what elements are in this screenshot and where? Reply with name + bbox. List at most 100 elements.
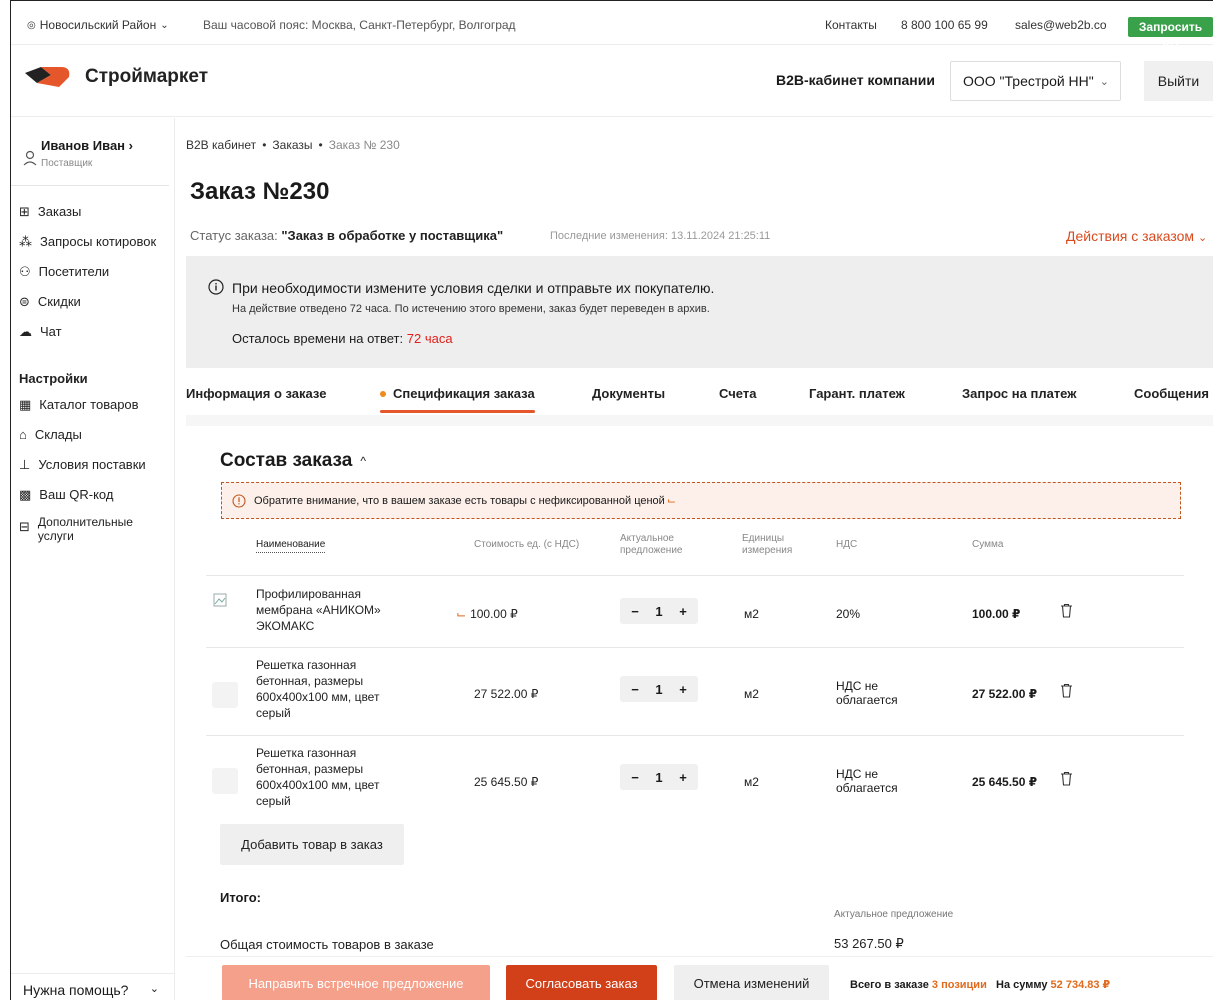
product-name[interactable]: Решетка газонная бетонная, размеры 600x4… — [256, 657, 406, 721]
row-divider — [206, 575, 1184, 576]
unit-value: м2 — [744, 607, 759, 621]
price-trend-icon: ⌙ — [666, 495, 677, 507]
sidebar-item-label: Каталог товаров — [39, 397, 139, 412]
quantity-value[interactable]: 1 — [650, 604, 668, 619]
trash-icon[interactable] — [1060, 683, 1073, 698]
chevron-down-icon: ⌄ — [1099, 75, 1109, 88]
price-trend-icon: ⌙ — [456, 607, 467, 621]
logout-button[interactable]: Выйти — [1144, 61, 1213, 101]
counter-offer-button[interactable]: Направить встречное предложение — [222, 965, 490, 1000]
order-actions-dropdown[interactable]: Действия с заказом ⌄ — [1066, 228, 1207, 244]
breadcrumb-item[interactable]: Заказы — [272, 138, 312, 152]
order-status: Статус заказа: "Заказ в обработке у пост… — [190, 228, 503, 243]
breadcrumb-item[interactable]: B2B кабинет — [186, 138, 256, 152]
sidebar-item-discounts[interactable]: ⊜ Скидки — [19, 294, 81, 310]
decrement-button[interactable]: − — [626, 604, 644, 619]
cancel-changes-button[interactable]: Отмена изменений — [674, 965, 829, 1000]
logo-text: Строймаркет — [85, 66, 209, 87]
time-left-value: 72 часа — [406, 331, 453, 346]
sidebar-item-label: Посетители — [38, 264, 110, 279]
tab-specification[interactable]: Спецификация заказа — [380, 386, 535, 413]
warehouse-icon: ⌂ — [19, 427, 27, 442]
product-name[interactable]: Профилированная мембрана «АНИКОМ» ЭКОМАК… — [256, 586, 406, 634]
sidebar-item-chat[interactable]: ☁ Чат — [19, 324, 62, 340]
tab-guarantee-payment[interactable]: Гарант. платеж — [809, 386, 905, 401]
sidebar-item-orders[interactable]: ⊞ Заказы — [19, 204, 81, 220]
bottom-action-bar: Направить встречное предложение Согласов… — [186, 956, 1213, 1000]
trash-icon[interactable] — [1060, 603, 1073, 618]
section-title-text: Состав заказа — [220, 450, 353, 471]
location-pin-icon: ◎ — [27, 19, 36, 31]
sidebar-item-catalog[interactable]: ▦ Каталог товаров — [19, 397, 139, 413]
price-value: 25 645.50 ₽ — [474, 775, 539, 789]
actual-offer-label: Актуальное предложение — [834, 909, 954, 920]
company-label: ООО "Трестрой НН" — [963, 73, 1094, 89]
breadcrumb: B2B кабинет • Заказы • Заказ № 230 — [186, 138, 400, 152]
tab-invoices[interactable]: Счета — [719, 386, 756, 401]
breadcrumb-separator: • — [318, 138, 323, 152]
sum-value: 100.00 ₽ — [972, 607, 1021, 621]
page-title: Заказ №230 — [190, 178, 330, 205]
info-notice: При необходимости измените условия сделк… — [186, 256, 1213, 368]
product-price: ⌙ 100.00 ₽ — [456, 607, 518, 621]
total-cost-label: Общая стоимость товаров в заказе — [220, 937, 434, 952]
tab-payment-request[interactable]: Запрос на платеж — [962, 386, 1076, 401]
company-select[interactable]: ООО "Трестрой НН" ⌄ — [950, 61, 1121, 101]
qr-icon: ▩ — [19, 487, 32, 502]
sidebar-item-delivery[interactable]: ⊥ Условия поставки — [19, 457, 146, 473]
summary-sum-prefix: На сумму — [996, 979, 1048, 991]
quantity-value[interactable]: 1 — [650, 770, 668, 785]
region-selector[interactable]: ◎ Новосильский Район ⌄ — [27, 18, 169, 32]
agree-order-button[interactable]: Согласовать заказ — [506, 965, 657, 1000]
help-dropdown[interactable]: Нужна помощь? ⌄ — [11, 973, 175, 1000]
increment-button[interactable]: + — [674, 682, 692, 697]
visitors-icon: ⚇ — [19, 264, 31, 279]
sidebar-item-label: Запросы котировок — [40, 234, 157, 249]
composition-title[interactable]: Состав заказа ^ — [220, 450, 366, 472]
sidebar-item-visitors[interactable]: ⚇ Посетители — [19, 264, 109, 280]
quantity-value[interactable]: 1 — [650, 682, 668, 697]
notice-line-2: На действие отведено 72 часа. По истечен… — [232, 303, 710, 315]
tab-documents[interactable]: Документы — [592, 386, 665, 401]
tab-label: Спецификация заказа — [393, 386, 535, 401]
total-title: Итого: — [220, 890, 261, 905]
increment-button[interactable]: + — [674, 770, 692, 785]
price-value: 27 522.00 ₽ — [474, 687, 539, 701]
email-link[interactable]: sales@web2b.co — [1015, 18, 1107, 32]
sidebar-item-services[interactable]: ⊟ Дополнительные услуги — [19, 515, 148, 543]
quantity-stepper[interactable]: − 1 + — [620, 764, 698, 790]
sidebar-item-quotes[interactable]: ⁂ Запросы котировок — [19, 234, 156, 250]
sum-value: 27 522.00 ₽ — [972, 687, 1038, 701]
b2b-title: B2B-кабинет компании — [776, 72, 935, 88]
tab-order-info[interactable]: Информация о заказе — [186, 386, 326, 401]
column-vat: НДС — [836, 539, 858, 550]
decrement-button[interactable]: − — [626, 682, 644, 697]
sidebar-item-warehouses[interactable]: ⌂ Склады — [19, 427, 82, 442]
trash-icon[interactable] — [1060, 771, 1073, 786]
chevron-up-icon: ^ — [360, 454, 366, 468]
increment-button[interactable]: + — [674, 604, 692, 619]
logo[interactable]: Строймаркет — [25, 65, 208, 89]
product-name[interactable]: Решетка газонная бетонная, размеры 600x4… — [256, 745, 406, 809]
phone-link[interactable]: 8 800 100 65 99 — [901, 18, 988, 32]
decrement-button[interactable]: − — [626, 770, 644, 785]
sidebar-item-label: Скидки — [37, 294, 81, 309]
contacts-link[interactable]: Контакты — [825, 18, 877, 32]
sidebar-item-label: Склады — [34, 426, 82, 442]
quantity-stepper[interactable]: − 1 + — [620, 598, 698, 624]
quantity-stepper[interactable]: − 1 + — [620, 676, 698, 702]
discounts-icon: ⊜ — [19, 294, 30, 309]
sidebar-item-qr[interactable]: ▩ Ваш QR-код — [19, 487, 113, 503]
chevron-down-icon: ⌄ — [1197, 232, 1208, 244]
add-product-button[interactable]: Добавить товар в заказ — [220, 824, 404, 865]
product-price: 27 522.00 ₽ — [474, 687, 538, 701]
request-kp-button[interactable]: Запросить КП — [1128, 17, 1213, 54]
sidebar-item-label: Заказы — [37, 204, 82, 219]
sidebar-item-label: Ваш QR-код — [39, 487, 114, 502]
delivery-icon: ⊥ — [19, 457, 31, 472]
unit-value: м2 — [744, 775, 759, 789]
info-icon — [208, 279, 224, 295]
column-name[interactable]: Наименование — [256, 539, 326, 553]
tab-messages[interactable]: Сообщения — [1134, 386, 1209, 401]
column-units: Единицы измерения — [742, 533, 793, 556]
